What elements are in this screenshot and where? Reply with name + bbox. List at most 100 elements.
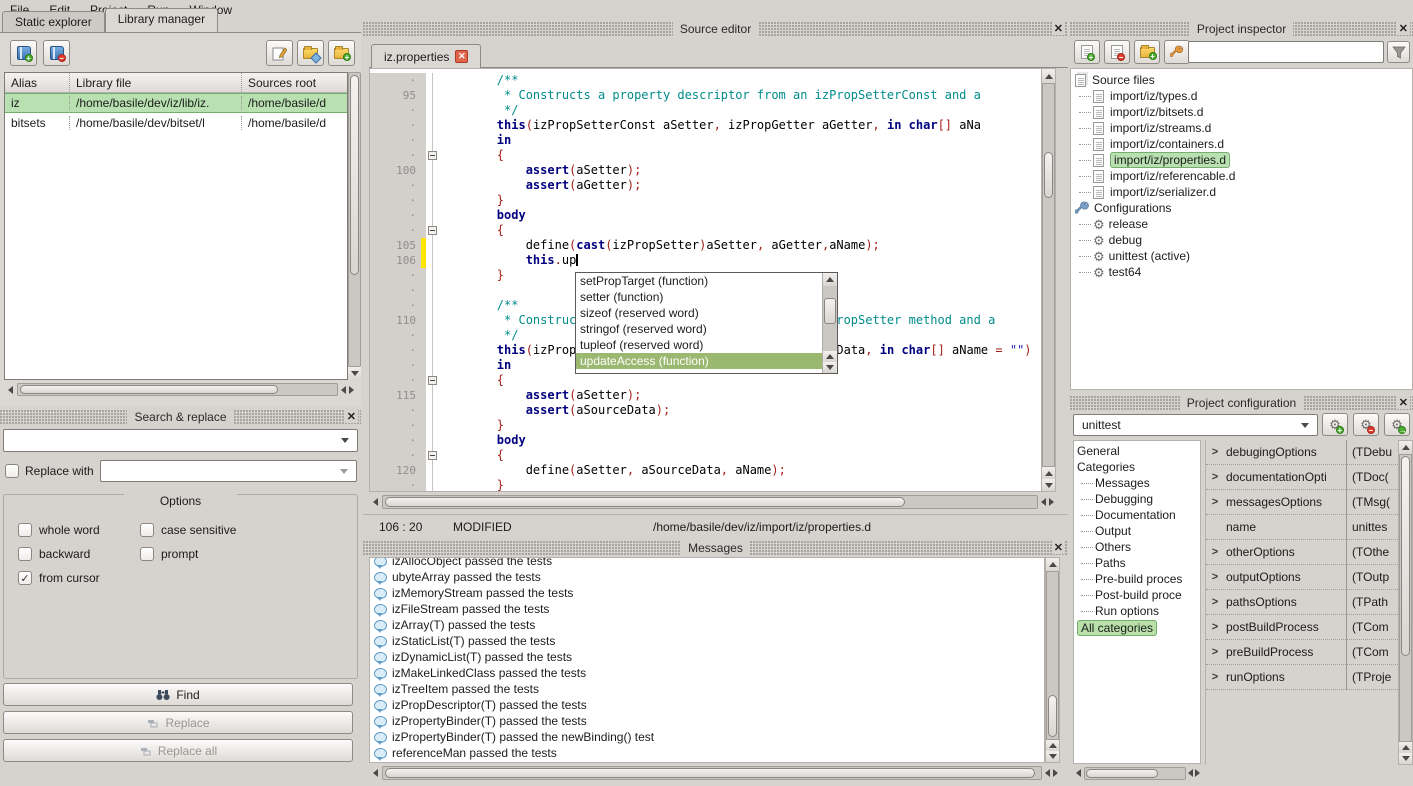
completion-item[interactable]: stringof (reserved word) bbox=[576, 321, 822, 337]
editor-line[interactable]: · { bbox=[370, 373, 1041, 388]
category-item[interactable]: Run options bbox=[1077, 603, 1200, 619]
library-open-button[interactable] bbox=[297, 40, 324, 66]
inspector-remove-file-button[interactable]: − bbox=[1104, 40, 1130, 64]
config-option-row[interactable]: nameunittes bbox=[1206, 515, 1398, 540]
editor-line[interactable]: · assert(aSourceData); bbox=[370, 403, 1041, 418]
config-option-row[interactable]: >outputOptions(TOutp bbox=[1206, 565, 1398, 590]
search-close-icon[interactable]: ✕ bbox=[345, 410, 358, 423]
editor-line[interactable]: 115 assert(aSetter); bbox=[370, 388, 1041, 403]
message-item[interactable]: izFileStream passed the tests bbox=[370, 601, 1044, 617]
expander-icon[interactable]: > bbox=[1206, 471, 1224, 483]
editor-line[interactable]: · body bbox=[370, 433, 1041, 448]
replace-with-input[interactable] bbox=[100, 460, 357, 482]
config-option-row[interactable]: >documentationOpti(TDoc( bbox=[1206, 465, 1398, 490]
editor-line[interactable]: 106 this.up bbox=[370, 253, 1041, 268]
inspector-filter-button[interactable] bbox=[1387, 41, 1410, 63]
tree-file-item[interactable]: import/iz/serializer.d bbox=[1075, 184, 1412, 200]
all-categories-button[interactable]: All categories bbox=[1077, 620, 1157, 636]
editor-line[interactable]: 100 assert(aSetter); bbox=[370, 163, 1041, 178]
checkbox-case-sensitive[interactable] bbox=[140, 523, 154, 537]
editor-hscrollbar[interactable] bbox=[369, 494, 1056, 510]
category-item[interactable]: Debugging bbox=[1077, 491, 1200, 507]
messages-close-icon[interactable]: ✕ bbox=[1052, 541, 1065, 554]
editor-tab-iz-properties[interactable]: iz.properties ✕ bbox=[371, 44, 481, 68]
editor-line[interactable]: 120 define(aSetter, aSourceData, aName); bbox=[370, 463, 1041, 478]
tab-library-manager[interactable]: Library manager bbox=[105, 8, 218, 33]
fold-column[interactable] bbox=[426, 448, 439, 463]
find-button[interactable]: Find bbox=[3, 683, 353, 706]
tree-config-item[interactable]: ⚙debug bbox=[1075, 232, 1412, 248]
editor-line[interactable]: · } bbox=[370, 418, 1041, 433]
editor-line[interactable]: · this(izPropSetterConst aSetter, izProp… bbox=[370, 118, 1041, 133]
completion-popup[interactable]: setPropTarget (function)setter (function… bbox=[575, 272, 838, 374]
completion-item[interactable]: setter (function) bbox=[576, 289, 822, 305]
fold-column[interactable] bbox=[426, 148, 439, 163]
completion-vscrollbar[interactable] bbox=[822, 273, 837, 373]
fold-column[interactable] bbox=[426, 373, 439, 388]
replace-with-checkbox[interactable] bbox=[5, 464, 19, 478]
editor-line[interactable]: · */ bbox=[370, 103, 1041, 118]
editor-line[interactable]: · in bbox=[370, 133, 1041, 148]
fold-column[interactable] bbox=[426, 223, 439, 238]
category-item[interactable]: Others bbox=[1077, 539, 1200, 555]
option-whole-word[interactable]: whole word bbox=[18, 523, 140, 537]
tree-file-item[interactable]: import/iz/streams.d bbox=[1075, 120, 1412, 136]
category-item[interactable]: Documentation bbox=[1077, 507, 1200, 523]
message-item[interactable]: izTreeItem passed the tests bbox=[370, 681, 1044, 697]
config-option-row[interactable]: >preBuildProcess(TCom bbox=[1206, 640, 1398, 665]
inspector-filter-input[interactable] bbox=[1188, 41, 1384, 63]
configuration-select[interactable]: unittest bbox=[1073, 414, 1318, 436]
expander-icon[interactable]: > bbox=[1206, 596, 1224, 608]
message-item[interactable]: izStaticList(T) passed the tests bbox=[370, 633, 1044, 649]
library-table-hscrollbar[interactable] bbox=[4, 382, 356, 397]
library-table-vscrollbar[interactable] bbox=[348, 72, 361, 380]
checkbox-backward[interactable] bbox=[18, 547, 32, 561]
inspector-tree[interactable]: Source filesimport/iz/types.dimport/iz/b… bbox=[1070, 68, 1413, 390]
editor-line[interactable]: · } bbox=[370, 478, 1041, 492]
editor-line[interactable]: 105 define(cast(izPropSetter)aSetter, aG… bbox=[370, 238, 1041, 253]
checkbox-whole-word[interactable] bbox=[18, 523, 32, 537]
categories-hscrollbar[interactable] bbox=[1073, 765, 1201, 781]
config-table-vscrollbar[interactable] bbox=[1398, 440, 1413, 765]
option-backward[interactable]: backward bbox=[18, 547, 140, 561]
editor-line[interactable]: · { bbox=[370, 223, 1041, 238]
fold-collapse-icon[interactable] bbox=[428, 376, 437, 385]
library-add-button[interactable]: + bbox=[10, 40, 37, 66]
replace-all-button[interactable]: Replace all bbox=[3, 739, 353, 762]
expander-icon[interactable]: > bbox=[1206, 446, 1224, 458]
inspector-config-button[interactable] bbox=[1164, 40, 1190, 64]
config-clone-button[interactable]: ⚙→ bbox=[1384, 413, 1410, 436]
category-item[interactable]: Paths bbox=[1077, 555, 1200, 571]
tree-file-item[interactable]: import/iz/referencable.d bbox=[1075, 168, 1412, 184]
fold-collapse-icon[interactable] bbox=[428, 151, 437, 160]
config-remove-button[interactable]: ⚙− bbox=[1353, 413, 1379, 436]
message-item[interactable]: izArray(T) passed the tests bbox=[370, 617, 1044, 633]
config-option-row[interactable]: >postBuildProcess(TCom bbox=[1206, 615, 1398, 640]
project-inspector-close-icon[interactable]: ✕ bbox=[1397, 22, 1410, 35]
library-edit-button[interactable] bbox=[266, 40, 293, 66]
expander-icon[interactable]: > bbox=[1206, 646, 1224, 658]
fold-collapse-icon[interactable] bbox=[428, 226, 437, 235]
completion-item[interactable]: sizeof (reserved word) bbox=[576, 305, 822, 321]
config-option-row[interactable]: >messagesOptions(TMsg( bbox=[1206, 490, 1398, 515]
replace-button[interactable]: Replace bbox=[3, 711, 353, 734]
config-option-row[interactable]: >runOptions(TProje bbox=[1206, 665, 1398, 690]
tree-root-source-files[interactable]: Source files bbox=[1075, 72, 1412, 88]
editor-line[interactable]: · } bbox=[370, 193, 1041, 208]
messages-hscrollbar[interactable] bbox=[369, 765, 1060, 781]
tree-file-item[interactable]: import/iz/bitsets.d bbox=[1075, 104, 1412, 120]
expander-icon[interactable]: > bbox=[1206, 546, 1224, 558]
checkbox-from-cursor[interactable]: ✓ bbox=[18, 571, 32, 585]
message-item[interactable]: izMemoryStream passed the tests bbox=[370, 585, 1044, 601]
project-configuration-close-icon[interactable]: ✕ bbox=[1397, 396, 1410, 409]
tree-file-item[interactable]: import/iz/properties.d bbox=[1075, 152, 1412, 168]
column-header-sources-root[interactable]: Sources root bbox=[241, 73, 347, 92]
category-item[interactable]: Output bbox=[1077, 523, 1200, 539]
config-option-row[interactable]: >pathsOptions(TPath bbox=[1206, 590, 1398, 615]
option-from-cursor[interactable]: ✓from cursor bbox=[18, 571, 140, 585]
message-item[interactable]: izMakeLinkedClass passed the tests bbox=[370, 665, 1044, 681]
expander-icon[interactable]: > bbox=[1206, 496, 1224, 508]
library-add-folder-button[interactable]: + bbox=[328, 40, 355, 66]
fold-collapse-icon[interactable] bbox=[428, 451, 437, 460]
editor-line[interactable]: · body bbox=[370, 208, 1041, 223]
